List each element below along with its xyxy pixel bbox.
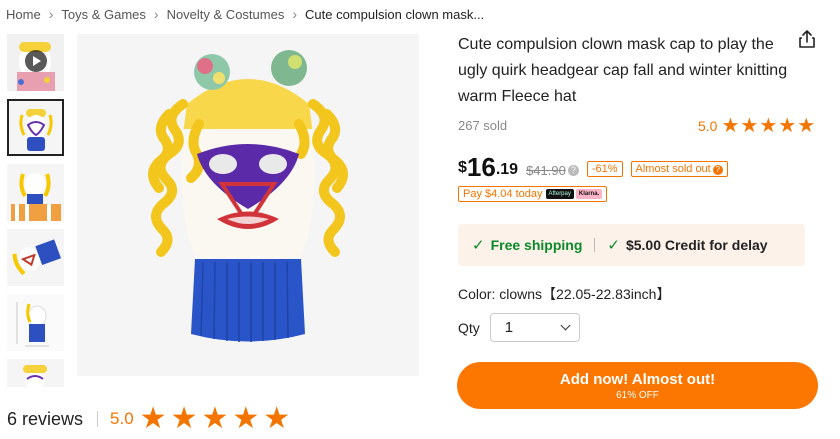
original-price: $41.90 <box>526 163 566 178</box>
add-to-cart-button[interactable]: Add now! Almost out! 61% OFF <box>457 362 818 409</box>
star-icon: ★ <box>201 402 229 435</box>
thumbnail-4[interactable] <box>7 229 64 286</box>
add-to-cart-discount: 61% OFF <box>616 389 659 401</box>
breadcrumb-separator: › <box>48 6 54 22</box>
stock-badge[interactable]: Almost sold out? <box>630 161 728 177</box>
quantity-label: Qty <box>458 319 480 336</box>
star-icon: ★ <box>263 402 291 435</box>
price-row: $ 16 .19 $41.90 ? -61% Almost sold out? <box>458 153 728 181</box>
reviews-score: 5.0 <box>110 409 134 428</box>
question-icon: ? <box>712 165 723 175</box>
mask-thumbnail-image <box>7 359 64 387</box>
breadcrumb-separator: › <box>153 6 159 22</box>
price-currency: $ <box>458 159 467 176</box>
star-icon: ★ <box>797 115 816 137</box>
stock-badge-label: Almost sold out <box>635 163 711 175</box>
price-decimal: .19 <box>495 161 519 178</box>
price-integer: 16 <box>466 152 496 182</box>
star-icon: ★ <box>740 115 759 137</box>
star-icon: ★ <box>232 402 260 435</box>
thumbnail-6[interactable] <box>7 359 64 387</box>
sold-count: 267 sold <box>458 118 508 133</box>
star-icon: ★ <box>721 115 740 137</box>
mask-thumbnail-image <box>7 229 64 286</box>
star-icon: ★ <box>139 402 167 435</box>
thumbnail-3[interactable] <box>7 164 64 221</box>
breadcrumb-home[interactable]: Home <box>6 7 41 22</box>
star-icon: ★ <box>778 115 797 137</box>
thumbnail-list <box>7 34 65 395</box>
mask-thumbnail-image <box>7 99 64 156</box>
reviews-count[interactable]: 6 reviews <box>7 409 83 430</box>
share-icon[interactable] <box>796 28 818 50</box>
breadcrumb-current: Cute compulsion clown mask... <box>305 6 485 22</box>
pay-today-text: Pay $4.04 today <box>463 188 543 200</box>
discount-badge: -61% <box>586 161 623 177</box>
check-icon: ✓ <box>607 237 620 254</box>
klarna-logo: Klarna. <box>575 189 603 199</box>
quantity-select[interactable]: 1 <box>489 313 580 342</box>
breadcrumb-toys-games[interactable]: Toys & Games <box>61 7 146 22</box>
breadcrumb: Home › Toys & Games › Novelty & Costumes… <box>6 6 484 22</box>
delay-credit-label: $5.00 Credit for delay <box>625 237 768 253</box>
quantity-row: Qty 1 <box>458 313 580 342</box>
pay-later-banner[interactable]: Pay $4.04 today Afterpay Klarna. <box>458 186 608 202</box>
current-price: $ 16 .19 <box>458 153 518 181</box>
thumbnail-video[interactable] <box>7 34 64 91</box>
shipping-info[interactable]: ✓ Free shipping ✓ $5.00 Credit for delay <box>458 224 805 266</box>
main-product-image[interactable] <box>77 34 419 376</box>
reviews-summary[interactable]: 6 reviews 5.0 ★ ★ ★ ★ ★ <box>7 404 290 434</box>
chevron-down-icon <box>560 320 571 331</box>
star-icon: ★ <box>759 115 778 137</box>
color-selection: Color: clowns【22.05-22.83inch】 <box>458 286 671 302</box>
divider <box>594 238 596 252</box>
product-rating[interactable]: 5.0 ★ ★ ★ ★ ★ <box>698 116 815 136</box>
check-icon: ✓ <box>472 237 485 254</box>
product-title: Cute compulsion clown mask cap to play t… <box>458 36 788 105</box>
mask-thumbnail-image <box>7 164 64 221</box>
quantity-value: 1 <box>504 319 514 336</box>
afterpay-logo: Afterpay <box>545 189 574 199</box>
free-shipping-label: Free shipping <box>490 237 583 253</box>
mask-thumbnail-image <box>7 294 64 351</box>
rating-score: 5.0 <box>698 118 718 134</box>
star-icon: ★ <box>170 402 198 435</box>
breadcrumb-separator: › <box>292 6 297 22</box>
divider <box>97 411 99 427</box>
breadcrumb-novelty-costumes[interactable]: Novelty & Costumes <box>167 7 285 22</box>
thumbnail-selected[interactable] <box>7 99 64 156</box>
add-to-cart-label: Add now! Almost out! <box>559 370 716 388</box>
thumbnail-5[interactable] <box>7 294 64 351</box>
play-icon <box>25 50 47 72</box>
clown-mask-image <box>77 34 419 376</box>
question-icon[interactable]: ? <box>567 165 579 176</box>
